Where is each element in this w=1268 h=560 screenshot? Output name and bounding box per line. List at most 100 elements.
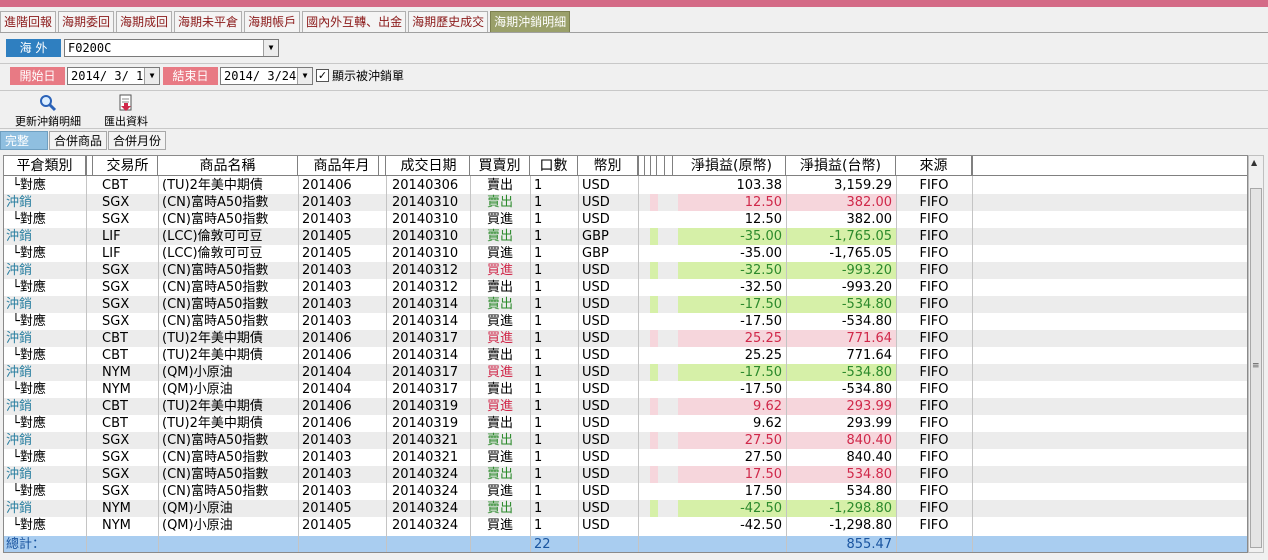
cell-qty: 1 — [534, 382, 543, 397]
column-header-9[interactable]: 淨損益(台幣) — [786, 156, 896, 176]
cell-date: 20140319 — [392, 416, 459, 431]
row-marker — [650, 432, 658, 449]
cell-name: (TU)2年美中期債 — [162, 416, 263, 431]
table-row[interactable]: └對應 SGX (CN)富時A50指數 201403 20140312 賣出 1 USD -32… — [4, 279, 1247, 296]
cell-src: FIFO — [919, 467, 949, 482]
table-row[interactable]: 沖銷 CBT (TU)2年美中期債 201406 20140317 買進 1 USD 25.25… — [4, 330, 1247, 347]
table-row[interactable]: └對應 LIF (LCC)倫敦可可豆 201405 20140310 買進 1 GBP -35.… — [4, 245, 1247, 262]
table-row[interactable]: └對應 NYM (QM)小原油 201405 20140324 買進 1 USD -42.50 -… — [4, 517, 1247, 534]
cell-src: FIFO — [919, 195, 949, 210]
table-row[interactable]: 沖銷 CBT (TU)2年美中期債 201406 20140319 買進 1 USD 9.62 2… — [4, 398, 1247, 415]
tab-1[interactable]: 海期委回 — [58, 11, 115, 32]
export-data-button[interactable]: 匯出資料 — [96, 94, 156, 128]
cell-cur: GBP — [582, 246, 609, 261]
cell-src: FIFO — [919, 365, 949, 380]
vertical-scrollbar[interactable]: ▲ ≡ — [1248, 155, 1264, 553]
table-row[interactable]: 沖銷 LIF (LCC)倫敦可可豆 201405 20140310 賣出 1 GBP -35.0… — [4, 228, 1247, 245]
cell-type: └對應 — [12, 484, 46, 499]
table-row[interactable]: 沖銷 SGX (CN)富時A50指數 201403 20140312 買進 1 USD -32.… — [4, 262, 1247, 279]
tab-7[interactable]: 海期沖銷明細 — [490, 11, 571, 32]
cell-side: 買進 — [486, 314, 513, 329]
table-row[interactable]: └對應 CBT (TU)2年美中期債 201406 20140314 賣出 1 USD 25.2… — [4, 347, 1247, 364]
divider — [0, 128, 1268, 129]
refresh-offset-button[interactable]: 更新沖銷明細 — [8, 94, 88, 128]
tab-0[interactable]: 進階回報 — [0, 11, 57, 32]
cell-type: └對應 — [12, 280, 46, 295]
cell-ex: SGX — [102, 467, 130, 482]
cell-ym: 201403 — [302, 484, 352, 499]
cell-qty: 1 — [534, 246, 543, 261]
table-row[interactable]: └對應 NYM (QM)小原油 201404 20140317 賣出 1 USD -17.50 -… — [4, 381, 1247, 398]
show-offset-checkbox[interactable]: ✓ — [316, 69, 329, 82]
cell-ym: 201403 — [302, 212, 352, 227]
cell-type: 沖銷 — [6, 501, 33, 516]
cell-src: FIFO — [919, 263, 949, 278]
cell-date: 20140317 — [392, 365, 459, 380]
column-header-0[interactable]: 平倉類別 — [4, 156, 86, 176]
table-row[interactable]: 沖銷 SGX (CN)富時A50指數 201403 20140314 賣出 1 USD -17.… — [4, 296, 1247, 313]
cell-cur: USD — [582, 263, 610, 278]
column-header-2[interactable]: 商品名稱 — [158, 156, 298, 176]
table-row[interactable]: 沖銷 NYM (QM)小原油 201405 20140324 賣出 1 USD -42.50 -1… — [4, 500, 1247, 517]
grid-line — [786, 176, 787, 552]
cell-pl: 9.62 — [753, 416, 782, 431]
cell-cur: USD — [582, 433, 610, 448]
column-header-5[interactable]: 買賣別 — [470, 156, 530, 176]
cell-cur: USD — [582, 178, 610, 193]
chevron-down-icon[interactable]: ▼ — [263, 40, 278, 56]
view-tab-1[interactable]: 合併商品 — [49, 131, 108, 150]
cell-date: 20140324 — [392, 518, 459, 533]
cell-src: FIFO — [919, 297, 949, 312]
cell-type: └對應 — [12, 212, 46, 227]
row-marker — [650, 466, 658, 483]
table-row[interactable]: 沖銷 NYM (QM)小原油 201404 20140317 買進 1 USD -17.50 -5… — [4, 364, 1247, 381]
end-date-picker[interactable]: 2014/ 3/24 ▼ — [220, 67, 313, 85]
tab-3[interactable]: 海期未平倉 — [174, 11, 243, 32]
cell-side: 買進 — [486, 518, 513, 533]
column-header-3[interactable]: 商品年月 — [298, 156, 386, 176]
table-row[interactable]: └對應 SGX (CN)富時A50指數 201403 20140314 買進 1 USD -17… — [4, 313, 1247, 330]
column-header-1[interactable]: 交易所 — [98, 156, 158, 176]
view-tab-2[interactable]: 合併月份 — [108, 131, 167, 150]
cell-name: (CN)富時A50指數 — [162, 195, 269, 210]
column-header-8[interactable]: 淨損益(原幣) — [678, 156, 786, 176]
table-row[interactable]: 沖銷 SGX (CN)富時A50指數 201403 20140321 賣出 1 USD 27.5… — [4, 432, 1247, 449]
table-row[interactable]: └對應 SGX (CN)富時A50指數 201403 20140324 買進 1 USD 17.… — [4, 483, 1247, 500]
cell-twd: 534.80 — [846, 484, 893, 499]
market-label: 海 外 — [6, 39, 61, 57]
cell-type: 沖銷 — [6, 263, 33, 278]
cell-side: 買進 — [486, 331, 513, 346]
tab-2[interactable]: 海期成回 — [116, 11, 173, 32]
column-header-10[interactable]: 來源 — [896, 156, 972, 176]
column-header-7[interactable]: 幣別 — [578, 156, 638, 176]
table-row[interactable]: 沖銷 SGX (CN)富時A50指數 201403 20140310 賣出 1 USD 12.5… — [4, 194, 1247, 211]
cell-ex: NYM — [102, 365, 131, 380]
cell-ym: 201403 — [302, 314, 352, 329]
cell-date: 20140317 — [392, 382, 459, 397]
column-header-6[interactable]: 口數 — [530, 156, 578, 176]
table-row[interactable]: └對應 CBT (TU)2年美中期債 201406 20140319 賣出 1 USD 9.62… — [4, 415, 1247, 432]
cell-side: 賣出 — [486, 280, 513, 295]
table-row[interactable]: 沖銷 SGX (CN)富時A50指數 201403 20140324 賣出 1 USD 17.5… — [4, 466, 1247, 483]
cell-ex: NYM — [102, 501, 131, 516]
cell-src: FIFO — [919, 280, 949, 295]
grip-icon: ≡ — [1252, 361, 1260, 371]
grid-line — [86, 176, 87, 552]
tab-5[interactable]: 國內外互轉、出金 — [302, 11, 407, 32]
table-row[interactable]: └對應 SGX (CN)富時A50指數 201403 20140310 買進 1 USD 12.… — [4, 211, 1247, 228]
chevron-down-icon[interactable]: ▼ — [297, 68, 312, 84]
cell-side: 賣出 — [486, 195, 513, 210]
scroll-up-icon[interactable]: ▲ — [1251, 158, 1257, 167]
chevron-down-icon[interactable]: ▼ — [144, 68, 159, 84]
table-row[interactable]: └對應 SGX (CN)富時A50指數 201403 20140321 買進 1 USD 27.… — [4, 449, 1247, 466]
cell-qty: 1 — [534, 331, 543, 346]
account-select[interactable]: F0200C ▼ — [64, 39, 279, 57]
column-header-4[interactable]: 成交日期 — [388, 156, 470, 176]
start-date-picker[interactable]: 2014/ 3/ 1 ▼ — [67, 67, 160, 85]
tab-6[interactable]: 海期歷史成交 — [408, 11, 489, 32]
cell-cur: USD — [582, 450, 610, 465]
table-row[interactable]: └對應 CBT (TU)2年美中期債 201406 20140306 賣出 1 USD 103.… — [4, 177, 1247, 194]
view-tab-0[interactable]: 完整 — [0, 131, 48, 150]
tab-4[interactable]: 海期帳戶 — [244, 11, 301, 32]
cell-type: └對應 — [12, 416, 46, 431]
